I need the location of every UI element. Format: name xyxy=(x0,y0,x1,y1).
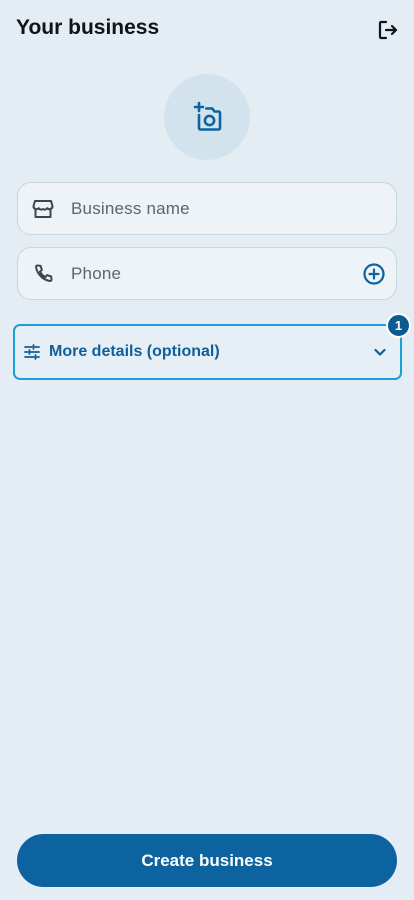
page-title: Your business xyxy=(16,16,160,39)
chevron-down-icon xyxy=(360,344,400,360)
app-header: Your business xyxy=(0,0,414,60)
add-phone-button[interactable] xyxy=(352,262,396,286)
logout-button[interactable] xyxy=(372,14,404,46)
logout-icon xyxy=(378,20,398,40)
storefront-icon xyxy=(18,197,68,221)
create-business-button[interactable]: Create business xyxy=(17,834,397,887)
more-details-toggle[interactable]: More details (optional) xyxy=(13,324,402,380)
phone-field xyxy=(17,247,397,300)
phone-icon xyxy=(18,262,68,286)
add-circle-icon xyxy=(363,262,385,285)
more-details-label: More details (optional) xyxy=(49,343,220,360)
details-count-badge: 1 xyxy=(386,313,411,338)
add-photo-button[interactable] xyxy=(164,74,250,160)
phone-input[interactable] xyxy=(71,263,352,284)
tune-icon xyxy=(15,343,49,361)
add-photo-icon xyxy=(193,101,222,131)
business-name-field xyxy=(17,182,397,235)
business-name-input[interactable] xyxy=(71,198,396,219)
create-business-screen: Your business Business name Phone More d… xyxy=(0,0,414,900)
